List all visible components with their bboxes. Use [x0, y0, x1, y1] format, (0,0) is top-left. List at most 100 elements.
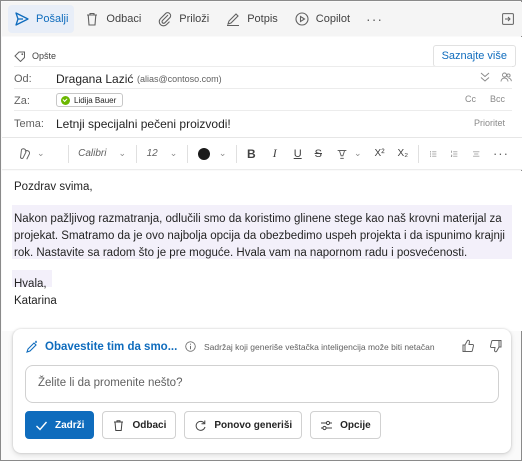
thumbs-down-icon[interactable]: [489, 339, 503, 353]
keep-button[interactable]: Zadrži: [25, 411, 95, 439]
signature-label: Potpis: [247, 13, 278, 25]
chevron-double-down-icon[interactable]: [480, 71, 490, 83]
attach-button[interactable]: Priloži: [151, 5, 215, 33]
regenerate-button[interactable]: Ponovo generiši: [184, 411, 303, 439]
chevron-down-icon: ⌄: [169, 148, 178, 158]
subscript-button[interactable]: X₂: [398, 148, 409, 159]
refresh-icon: [196, 420, 206, 431]
recipient-name: Lidija Bauer: [74, 95, 117, 105]
font-color-dropdown[interactable]: ⌄: [197, 147, 227, 160]
from-name[interactable]: Dragana Lazić: [56, 72, 133, 86]
closing-text: Hvala,: [14, 278, 47, 290]
recipient-chip[interactable]: Lidija Bauer: [56, 93, 124, 107]
ai-disclaimer: Sadržaj koji generiše veštačka inteligen…: [185, 341, 435, 352]
chevron-down-icon: ⌄: [37, 148, 45, 158]
copilot-prompt-input[interactable]: Želite li da promenite nešto?: [25, 365, 499, 403]
to-label: Za:: [14, 95, 30, 107]
learn-more-button[interactable]: Saznajte više: [432, 45, 516, 67]
font-name: Calibri: [78, 148, 107, 159]
sensitivity-label[interactable]: Opšte: [14, 50, 56, 62]
more-options-button[interactable]: ···: [360, 11, 389, 27]
cc-button[interactable]: Cc: [465, 94, 476, 104]
copilot-title-text: Obavestite tim da smo...: [45, 341, 178, 353]
copilot-actions: Zadrži Odbaci Ponovo generiši Opcije: [25, 411, 381, 439]
from-alias: (alias@contoso.com): [137, 74, 222, 84]
greeting-text: Pozdrav svima,: [14, 181, 93, 193]
feedback-buttons: [461, 339, 503, 353]
divider: [136, 144, 137, 163]
pen-sparkle-icon: [26, 340, 37, 353]
from-label: Od:: [14, 73, 32, 85]
info-icon: [185, 341, 196, 352]
numbered-list-icon[interactable]: [450, 147, 458, 161]
divider: [418, 144, 419, 163]
align-icon[interactable]: [472, 147, 480, 161]
tag-icon: [14, 51, 25, 62]
sensitivity-text: Opšte: [32, 51, 57, 61]
pop-out-icon[interactable]: [502, 13, 514, 25]
thumbs-up-icon[interactable]: [461, 339, 475, 353]
attach-label: Priloži: [179, 13, 210, 25]
copilot-draft-panel: Obavestite tim da smo... Sadržaj koji ge…: [13, 329, 511, 453]
send-icon: [15, 12, 29, 26]
discard-draft-button[interactable]: Odbaci: [102, 411, 177, 439]
font-color-swatch: [197, 147, 210, 160]
copilot-icon: [295, 12, 309, 26]
body-line: Nakon pažljivog razmatranja, odlučili sm…: [14, 213, 502, 225]
options-button[interactable]: Opcije: [310, 411, 381, 439]
from-actions: [480, 71, 512, 83]
paperclip-icon: [158, 12, 172, 27]
subject-label: Tema:: [14, 118, 44, 130]
format-toolbar: ⌄ Calibri ⌄ 12 ⌄ ⌄ B I U S ⌄ X² X₂ ···: [2, 138, 522, 170]
format-painter-icon: [20, 147, 30, 159]
message-header: Opšte Saznajte više Od: Dragana Lazić (a…: [2, 37, 522, 138]
font-name-dropdown[interactable]: Calibri ⌄: [78, 148, 126, 159]
underline-button[interactable]: U: [294, 148, 302, 160]
discard-button[interactable]: Odbaci: [78, 5, 147, 33]
send-label: Pošalji: [36, 13, 69, 25]
more-format-options-icon[interactable]: ···: [493, 146, 509, 161]
chevron-down-icon: ⌄: [354, 148, 362, 158]
bullet-list-icon[interactable]: [429, 147, 437, 161]
divider: [187, 144, 188, 163]
body-line: rok. Nastavite sa radom što je pre moguć…: [14, 247, 468, 259]
divider: [67, 144, 69, 163]
cc-bcc-links: Cc Bcc: [465, 94, 505, 104]
highlight-dropdown[interactable]: ⌄: [335, 147, 362, 161]
divider: [14, 110, 512, 111]
copilot-label: Copilot: [315, 13, 351, 25]
italic-button[interactable]: I: [273, 146, 277, 161]
chevron-down-icon: ⌄: [118, 148, 127, 158]
subject-input[interactable]: Letnji specijalni pečeni proizvodi!: [56, 117, 231, 131]
signature-button[interactable]: Potpis: [219, 5, 284, 33]
format-painter-control[interactable]: ⌄: [18, 147, 45, 161]
disclaimer-text: Sadržaj koji generiše veštačka inteligen…: [204, 341, 435, 352]
copilot-button[interactable]: Copilot: [288, 5, 356, 33]
keep-label: Zadrži: [55, 419, 85, 431]
options-label: Opcije: [340, 419, 371, 431]
font-size-dropdown[interactable]: 12 ⌄: [147, 148, 178, 159]
regenerate-label: Ponovo generiši: [214, 419, 293, 431]
highlighter-icon: [337, 149, 347, 159]
trash-icon: [87, 12, 98, 26]
bold-button[interactable]: B: [247, 147, 256, 161]
trash-icon: [114, 419, 124, 431]
send-button[interactable]: Pošalji: [8, 5, 75, 33]
superscript-button[interactable]: X²: [375, 148, 385, 159]
people-icon[interactable]: [500, 71, 512, 83]
chevron-down-icon: ⌄: [218, 148, 227, 158]
divider: [236, 144, 238, 163]
discard-draft-label: Odbaci: [132, 419, 167, 431]
body-line: projekat. Smatramo da je ovo najbolja op…: [14, 230, 505, 242]
priority-button[interactable]: Prioritet: [474, 118, 505, 128]
presence-available-icon: [61, 95, 70, 105]
checkmark-icon: [36, 421, 48, 431]
bcc-button[interactable]: Bcc: [490, 94, 505, 104]
compose-toolbar: Pošalji Odbaci Priloži Potpis Copilot ··…: [2, 2, 522, 36]
compose-window: Pošalji Odbaci Priloži Potpis Copilot ··…: [0, 0, 522, 461]
message-body[interactable]: Pozdrav svima, Nakon pažljivog razmatran…: [2, 171, 522, 331]
strikethrough-button[interactable]: S: [315, 148, 322, 160]
pen-icon: [227, 13, 240, 27]
divider: [14, 88, 512, 89]
signature-text: Katarina: [14, 295, 57, 307]
